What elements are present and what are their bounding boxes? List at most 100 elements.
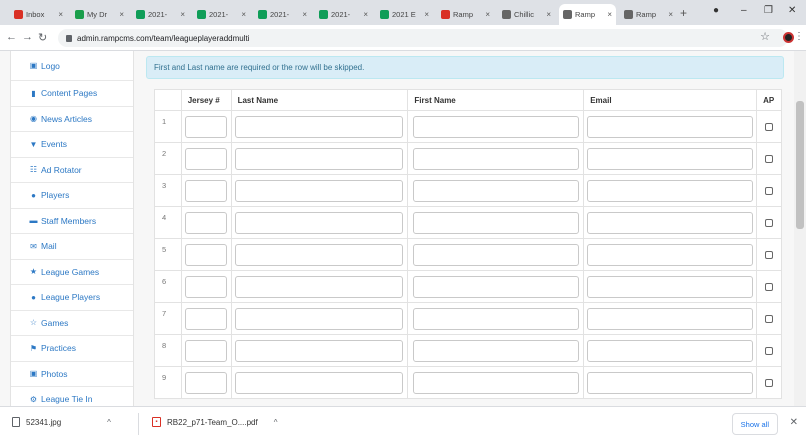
email-input[interactable] [587,307,754,330]
last-name-input[interactable] [235,115,404,138]
ap-checkbox[interactable] [765,250,774,259]
browser-tab[interactable]: Ramp × [437,4,494,25]
close-icon[interactable]: ✕ [790,417,798,428]
ap-checkbox[interactable] [765,154,774,163]
email-input[interactable] [587,243,754,266]
tab-close-icon[interactable]: × [363,10,368,19]
bookmark-star-icon[interactable]: ☆ [760,30,770,43]
jersey-input[interactable] [185,179,228,202]
jersey-input[interactable] [185,115,228,138]
last-name-input[interactable] [235,243,404,266]
email-input[interactable] [587,371,754,394]
jersey-input[interactable] [185,147,228,170]
email-input[interactable] [587,179,754,202]
browser-tab[interactable]: 2021- × [315,4,372,25]
jersey-input[interactable] [185,211,228,234]
browser-tab[interactable]: 2021- × [193,4,250,25]
close-window-button[interactable]: ✕ [788,5,796,16]
first-name-input[interactable] [412,307,579,330]
sidebar-item-games[interactable]: ☆ Games [11,311,133,336]
last-name-input[interactable] [235,307,404,330]
browser-tab[interactable]: Inbox × [10,4,67,25]
browser-tab[interactable]: Chillic × [498,4,555,25]
sidebar-item-league-games[interactable]: ★ League Games [11,260,133,285]
last-name-input[interactable] [235,275,404,298]
first-name-input[interactable] [412,371,579,394]
extension-icon[interactable] [783,32,794,43]
last-name-input[interactable] [235,371,404,394]
tab-close-icon[interactable]: × [668,10,673,19]
tab-close-icon[interactable]: × [58,10,63,19]
sidebar-item-photos[interactable]: ▣ Photos [11,362,133,387]
show-all-button[interactable]: Show all [731,413,778,435]
email-input[interactable] [587,275,754,298]
back-icon[interactable]: ← [6,31,17,43]
sidebar-item-league-players[interactable]: ● League Players [11,285,133,311]
first-name-input[interactable] [412,211,579,234]
tab-close-icon[interactable]: × [302,10,307,19]
download-item-1[interactable]: 52341.jpg ^ [12,417,111,427]
email-input[interactable] [587,147,754,170]
first-name-input[interactable] [412,179,579,202]
minimize-button[interactable]: – [741,5,747,16]
browser-tab[interactable]: Ramp × [559,4,616,25]
first-name-input[interactable] [412,147,579,170]
browser-tab[interactable]: 2021- × [254,4,311,25]
tab-close-icon[interactable]: × [241,10,246,19]
jersey-input[interactable] [185,339,228,362]
sidebar-item-logo[interactable]: ▣ Logo [11,51,133,81]
email-input[interactable] [587,211,754,234]
first-name-input[interactable] [412,275,579,298]
jersey-input[interactable] [185,275,228,298]
tab-close-icon[interactable]: × [485,10,490,19]
browser-tab[interactable]: My Dr × [71,4,128,25]
email-input[interactable] [587,339,754,362]
last-name-input[interactable] [235,179,404,202]
sidebar-item-league-tie-in[interactable]: ⚙ League Tie In [11,387,133,406]
ap-checkbox[interactable] [765,282,774,291]
forward-icon[interactable]: → [22,31,33,43]
sidebar-item-ad-rotator[interactable]: ☷ Ad Rotator [11,158,133,183]
sidebar-item-news-articles[interactable]: ◉ News Articles [11,107,133,132]
last-name-input[interactable] [235,339,404,362]
last-name-input[interactable] [235,147,404,170]
browser-tab[interactable]: 2021- × [132,4,189,25]
sidebar-item-events[interactable]: ▼ Events [11,132,133,158]
ap-checkbox[interactable] [765,218,774,227]
chevron-up-icon[interactable]: ^ [274,418,278,427]
profile-icon[interactable]: ● [713,5,719,16]
jersey-input[interactable] [185,371,228,394]
tab-close-icon[interactable]: × [180,10,185,19]
tab-close-icon[interactable]: × [424,10,429,19]
browser-tab[interactable]: Ramp × [620,4,677,25]
ap-checkbox[interactable] [765,314,774,323]
jersey-input[interactable] [185,307,228,330]
menu-icon[interactable]: ⋮ [794,31,804,42]
sidebar-item-mail[interactable]: ✉ Mail [11,234,133,260]
browser-tab[interactable]: 2021 E × [376,4,433,25]
tab-close-icon[interactable]: × [546,10,551,19]
chevron-up-icon[interactable]: ^ [107,418,111,427]
ap-checkbox[interactable] [765,346,774,355]
page-scrollbar[interactable] [794,51,806,406]
ap-checkbox[interactable] [765,186,774,195]
maximize-button[interactable]: ❐ [764,5,773,16]
first-name-input[interactable] [412,115,579,138]
first-name-input[interactable] [412,243,579,266]
address-bar[interactable]: admin.rampcms.com/team/leagueplayeraddmu… [58,29,804,47]
reload-icon[interactable]: ↻ [38,31,47,44]
last-name-input[interactable] [235,211,404,234]
jersey-input[interactable] [185,243,228,266]
new-tab-button[interactable]: + [680,6,687,20]
sidebar-item-practices[interactable]: ⚑ Practices [11,336,133,362]
ap-checkbox[interactable] [765,378,774,387]
scrollbar-thumb[interactable] [796,101,804,229]
tab-close-icon[interactable]: × [607,10,612,19]
email-input[interactable] [587,115,754,138]
sidebar-item-players[interactable]: ● Players [11,183,133,209]
download-item-2[interactable]: ▪ RB22_p71-Team_O....pdf ^ [152,417,277,427]
tab-close-icon[interactable]: × [119,10,124,19]
sidebar-item-content-pages[interactable]: ▮ Content Pages [11,81,133,107]
ap-checkbox[interactable] [765,122,774,131]
sidebar-item-staff-members[interactable]: ▬ Staff Members [11,209,133,234]
